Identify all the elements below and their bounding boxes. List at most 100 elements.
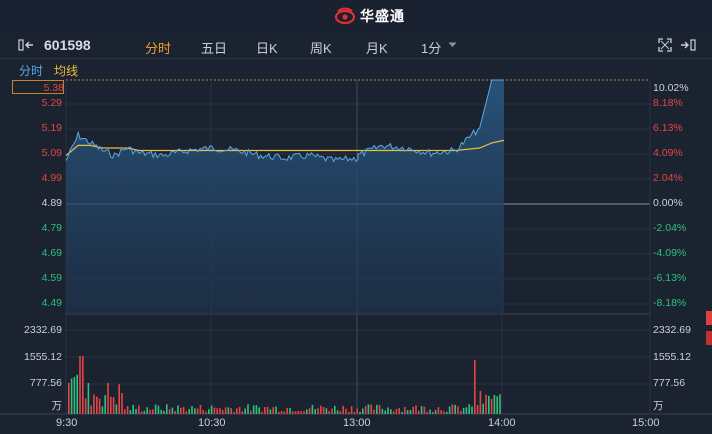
volume-bar xyxy=(118,384,120,414)
pct-label-right: -2.04% xyxy=(653,222,687,234)
volume-bar xyxy=(443,411,445,414)
brand: 华盛通 xyxy=(334,6,405,26)
volume-bar xyxy=(166,404,168,414)
brand-name: 华盛通 xyxy=(360,8,405,24)
volume-bar xyxy=(138,405,140,414)
volume-bar xyxy=(320,405,322,414)
volume-bar xyxy=(334,405,336,414)
volume-bar xyxy=(252,405,255,414)
volume-bar xyxy=(350,406,353,414)
volume-bar xyxy=(418,410,420,414)
volume-bar xyxy=(409,410,412,414)
time-label: 9:30 xyxy=(56,417,78,429)
intraday-chart[interactable] xyxy=(0,78,712,418)
chart-legend: 分时 均线 xyxy=(0,59,712,79)
volume-bar xyxy=(434,410,437,414)
volume-bar xyxy=(406,410,409,414)
tab-monthly-k[interactable]: 月K xyxy=(366,38,388,57)
volume-bar xyxy=(222,410,224,414)
volume-bar xyxy=(233,412,235,414)
volume-bar xyxy=(255,405,258,414)
volume-bar xyxy=(429,409,431,414)
chevron-down-icon[interactable] xyxy=(448,42,457,48)
volume-bar xyxy=(395,409,398,414)
volume-bars xyxy=(68,356,501,414)
volume-bar xyxy=(238,407,241,414)
volume-bar xyxy=(132,404,134,414)
collapse-right-icon[interactable] xyxy=(679,39,697,51)
volume-bar xyxy=(126,406,129,414)
volume-bar xyxy=(331,408,333,414)
volume-bar xyxy=(308,408,311,414)
pct-label-right: 10.02% xyxy=(653,82,689,94)
volume-bar xyxy=(157,405,160,414)
collapse-left-icon[interactable] xyxy=(18,39,36,51)
volume-bar xyxy=(493,395,496,414)
volume-bar xyxy=(448,406,451,414)
price-label-left: 4.59 xyxy=(41,272,62,284)
volume-bar xyxy=(322,407,325,414)
volume-bar xyxy=(185,411,188,414)
volume-bar xyxy=(353,411,356,414)
volume-bar xyxy=(476,405,479,414)
volume-bar xyxy=(261,411,263,414)
volume-label-right: 1555.12 xyxy=(653,351,691,363)
volume-bar xyxy=(93,394,95,414)
pct-label-right: 0.00% xyxy=(653,197,683,209)
volume-bar xyxy=(432,411,434,414)
volume-bar xyxy=(194,408,196,414)
volume-bar xyxy=(149,409,151,414)
volume-bar xyxy=(297,410,300,414)
price-label-left: 4.79 xyxy=(41,222,62,234)
edge-marker xyxy=(706,311,712,325)
volume-bar xyxy=(465,407,468,414)
volume-bar xyxy=(168,409,171,414)
volume-bar xyxy=(342,405,344,414)
volume-bar xyxy=(488,395,490,414)
volume-bar xyxy=(412,406,414,414)
volume-bar xyxy=(129,410,132,414)
time-label: 15:00 xyxy=(632,417,660,429)
volume-bar xyxy=(294,411,297,414)
volume-bar xyxy=(280,411,283,414)
volume-bar xyxy=(283,411,286,414)
volume-bar xyxy=(112,397,115,414)
price-label-left: 5.29 xyxy=(41,97,62,109)
tab-weekly-k[interactable]: 周K xyxy=(310,38,332,57)
volume-bar xyxy=(454,404,456,414)
volume-bar xyxy=(140,411,143,414)
volume-bar xyxy=(336,410,339,414)
pct-label-right: 4.09% xyxy=(653,147,683,159)
volume-bar xyxy=(367,404,370,414)
volume-bar xyxy=(124,409,126,414)
tab-daily-k[interactable]: 日K xyxy=(256,38,278,57)
volume-bar xyxy=(227,407,230,414)
volume-label-right: 2332.69 xyxy=(653,324,691,336)
volume-bar xyxy=(474,360,476,414)
expand-icon[interactable] xyxy=(658,38,672,52)
volume-bar xyxy=(73,377,76,414)
volume-bar xyxy=(420,406,423,414)
volume-bar xyxy=(423,406,426,414)
volume-bar xyxy=(182,407,185,414)
tab-one-minute[interactable]: 1分 xyxy=(421,38,441,57)
volume-bar xyxy=(272,407,274,414)
tab-five-day[interactable]: 五日 xyxy=(201,38,227,57)
tab-intraday[interactable]: 分时 xyxy=(145,38,171,57)
price-label-left: 5.09 xyxy=(41,147,62,159)
price-label-left: 5.19 xyxy=(41,122,62,134)
volume-bar xyxy=(370,404,372,414)
volume-unit-right: 万 xyxy=(653,400,664,412)
edge-marker xyxy=(706,331,712,345)
price-line xyxy=(65,79,504,163)
volume-bar xyxy=(328,411,330,414)
volume-bar xyxy=(98,398,101,414)
volume-bar xyxy=(286,408,288,414)
volume-bar xyxy=(311,404,314,414)
volume-bar xyxy=(104,395,106,414)
volume-bar xyxy=(499,394,501,414)
volume-bar xyxy=(160,409,162,414)
volume-bar xyxy=(482,403,484,414)
volume-bar xyxy=(171,407,174,414)
volume-bar xyxy=(278,411,280,414)
